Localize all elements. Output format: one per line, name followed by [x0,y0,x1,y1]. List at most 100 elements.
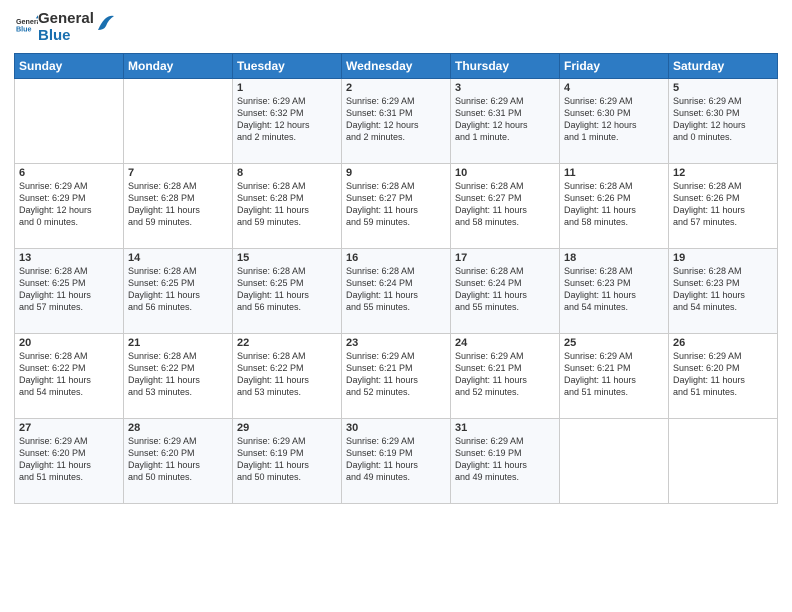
calendar-cell: 17Sunrise: 6:28 AM Sunset: 6:24 PM Dayli… [451,248,560,333]
calendar-cell: 28Sunrise: 6:29 AM Sunset: 6:20 PM Dayli… [124,418,233,503]
day-info: Sunrise: 6:29 AM Sunset: 6:32 PM Dayligh… [237,95,337,144]
day-info: Sunrise: 6:28 AM Sunset: 6:28 PM Dayligh… [128,180,228,229]
calendar-cell: 6Sunrise: 6:29 AM Sunset: 6:29 PM Daylig… [15,163,124,248]
calendar-cell [124,78,233,163]
col-wednesday: Wednesday [342,53,451,78]
calendar-cell: 26Sunrise: 6:29 AM Sunset: 6:20 PM Dayli… [669,333,778,418]
calendar-week-row: 27Sunrise: 6:29 AM Sunset: 6:20 PM Dayli… [15,418,778,503]
day-info: Sunrise: 6:28 AM Sunset: 6:25 PM Dayligh… [128,265,228,314]
day-number: 24 [455,337,555,349]
logo-icon: General Blue [16,14,38,36]
day-number: 3 [455,82,555,94]
day-info: Sunrise: 6:28 AM Sunset: 6:26 PM Dayligh… [673,180,773,229]
day-number: 28 [128,422,228,434]
calendar-cell: 5Sunrise: 6:29 AM Sunset: 6:30 PM Daylig… [669,78,778,163]
calendar-cell: 20Sunrise: 6:28 AM Sunset: 6:22 PM Dayli… [15,333,124,418]
calendar-cell: 3Sunrise: 6:29 AM Sunset: 6:31 PM Daylig… [451,78,560,163]
day-info: Sunrise: 6:29 AM Sunset: 6:21 PM Dayligh… [346,350,446,399]
calendar-cell: 13Sunrise: 6:28 AM Sunset: 6:25 PM Dayli… [15,248,124,333]
day-info: Sunrise: 6:29 AM Sunset: 6:19 PM Dayligh… [346,435,446,484]
day-info: Sunrise: 6:29 AM Sunset: 6:19 PM Dayligh… [237,435,337,484]
day-info: Sunrise: 6:28 AM Sunset: 6:22 PM Dayligh… [237,350,337,399]
day-number: 18 [564,252,664,264]
calendar-week-row: 6Sunrise: 6:29 AM Sunset: 6:29 PM Daylig… [15,163,778,248]
day-info: Sunrise: 6:28 AM Sunset: 6:27 PM Dayligh… [346,180,446,229]
day-info: Sunrise: 6:28 AM Sunset: 6:27 PM Dayligh… [455,180,555,229]
day-info: Sunrise: 6:29 AM Sunset: 6:20 PM Dayligh… [128,435,228,484]
day-info: Sunrise: 6:28 AM Sunset: 6:23 PM Dayligh… [673,265,773,314]
calendar-cell: 1Sunrise: 6:29 AM Sunset: 6:32 PM Daylig… [233,78,342,163]
day-number: 26 [673,337,773,349]
day-info: Sunrise: 6:29 AM Sunset: 6:20 PM Dayligh… [673,350,773,399]
calendar-cell: 15Sunrise: 6:28 AM Sunset: 6:25 PM Dayli… [233,248,342,333]
day-info: Sunrise: 6:29 AM Sunset: 6:21 PM Dayligh… [455,350,555,399]
day-info: Sunrise: 6:28 AM Sunset: 6:26 PM Dayligh… [564,180,664,229]
day-number: 17 [455,252,555,264]
col-friday: Friday [560,53,669,78]
calendar-cell: 23Sunrise: 6:29 AM Sunset: 6:21 PM Dayli… [342,333,451,418]
calendar-cell: 30Sunrise: 6:29 AM Sunset: 6:19 PM Dayli… [342,418,451,503]
day-info: Sunrise: 6:28 AM Sunset: 6:23 PM Dayligh… [564,265,664,314]
logo-general-text: General [38,10,94,27]
calendar-cell: 31Sunrise: 6:29 AM Sunset: 6:19 PM Dayli… [451,418,560,503]
day-info: Sunrise: 6:28 AM Sunset: 6:28 PM Dayligh… [237,180,337,229]
page-header: General Blue General Blue [14,10,778,45]
calendar-week-row: 13 Sunrise: 6:28 AM Sunset: 6:25 PM Dayli… [15,248,778,333]
day-number: 29 [237,422,337,434]
calendar-cell: 7Sunrise: 6:28 AM Sunset: 6:28 PM Daylig… [124,163,233,248]
day-info: Sunrise: 6:29 AM Sunset: 6:31 PM Dayligh… [455,95,555,144]
col-sunday: Sunday [15,53,124,78]
day-number: 12 [673,167,773,179]
day-number: 8 [237,167,337,179]
day-number: 20 [19,337,119,349]
day-info: Sunrise: 6:28 AM Sunset: 6:22 PM Dayligh… [19,350,119,399]
day-number: 16 [346,252,446,264]
calendar-cell: 9Sunrise: 6:28 AM Sunset: 6:27 PM Daylig… [342,163,451,248]
calendar-cell: 10Sunrise: 6:28 AM Sunset: 6:27 PM Dayli… [451,163,560,248]
calendar-cell: 21Sunrise: 6:28 AM Sunset: 6:22 PM Dayli… [124,333,233,418]
day-info: Sunrise: 6:28 AM Sunset: 6:22 PM Dayligh… [128,350,228,399]
day-number: 14 [128,252,228,264]
col-monday: Monday [124,53,233,78]
day-info: Sunrise: 6:28 AM Sunset: 6:24 PM Dayligh… [455,265,555,314]
day-info: Sunrise: 6:29 AM Sunset: 6:21 PM Dayligh… [564,350,664,399]
day-number: 6 [19,167,119,179]
calendar-cell: 19Sunrise: 6:28 AM Sunset: 6:23 PM Dayli… [669,248,778,333]
calendar-cell: 18Sunrise: 6:28 AM Sunset: 6:23 PM Dayli… [560,248,669,333]
calendar-week-row: 20Sunrise: 6:28 AM Sunset: 6:22 PM Dayli… [15,333,778,418]
col-tuesday: Tuesday [233,53,342,78]
logo-blue-text: Blue [38,27,94,44]
day-info: Sunrise: 6:28 AM Sunset: 6:24 PM Dayligh… [346,265,446,314]
day-number: 21 [128,337,228,349]
day-info: Sunrise: 6:29 AM Sunset: 6:30 PM Dayligh… [673,95,773,144]
day-number: 7 [128,167,228,179]
day-info: Sunrise: 6:28 AM Sunset: 6:25 PM Dayligh… [237,265,337,314]
day-number: 4 [564,82,664,94]
day-info: Sunrise: 6:29 AM Sunset: 6:30 PM Dayligh… [564,95,664,144]
day-number: 27 [19,422,119,434]
day-number: 10 [455,167,555,179]
day-number: 25 [564,337,664,349]
calendar-cell [669,418,778,503]
calendar-cell: 4Sunrise: 6:29 AM Sunset: 6:30 PM Daylig… [560,78,669,163]
day-number: 19 [673,252,773,264]
calendar-week-row: 1Sunrise: 6:29 AM Sunset: 6:32 PM Daylig… [15,78,778,163]
calendar-cell [560,418,669,503]
day-number: 22 [237,337,337,349]
day-number: 2 [346,82,446,94]
logo-bird-icon [96,12,114,32]
calendar-cell: 27Sunrise: 6:29 AM Sunset: 6:20 PM Dayli… [15,418,124,503]
calendar-cell: 29Sunrise: 6:29 AM Sunset: 6:19 PM Dayli… [233,418,342,503]
col-thursday: Thursday [451,53,560,78]
day-number: 31 [455,422,555,434]
calendar-table: Sunday Monday Tuesday Wednesday Thursday… [14,53,778,504]
day-number: 13 [19,252,119,264]
day-number: 15 [237,252,337,264]
calendar-cell: 14Sunrise: 6:28 AM Sunset: 6:25 PM Dayli… [124,248,233,333]
day-number: 23 [346,337,446,349]
calendar-cell [15,78,124,163]
calendar-cell: 11Sunrise: 6:28 AM Sunset: 6:26 PM Dayli… [560,163,669,248]
calendar-cell: 2Sunrise: 6:29 AM Sunset: 6:31 PM Daylig… [342,78,451,163]
day-info: Sunrise: 6:29 AM Sunset: 6:20 PM Dayligh… [19,435,119,484]
day-info: Sunrise: 6:29 AM Sunset: 6:29 PM Dayligh… [19,180,119,229]
